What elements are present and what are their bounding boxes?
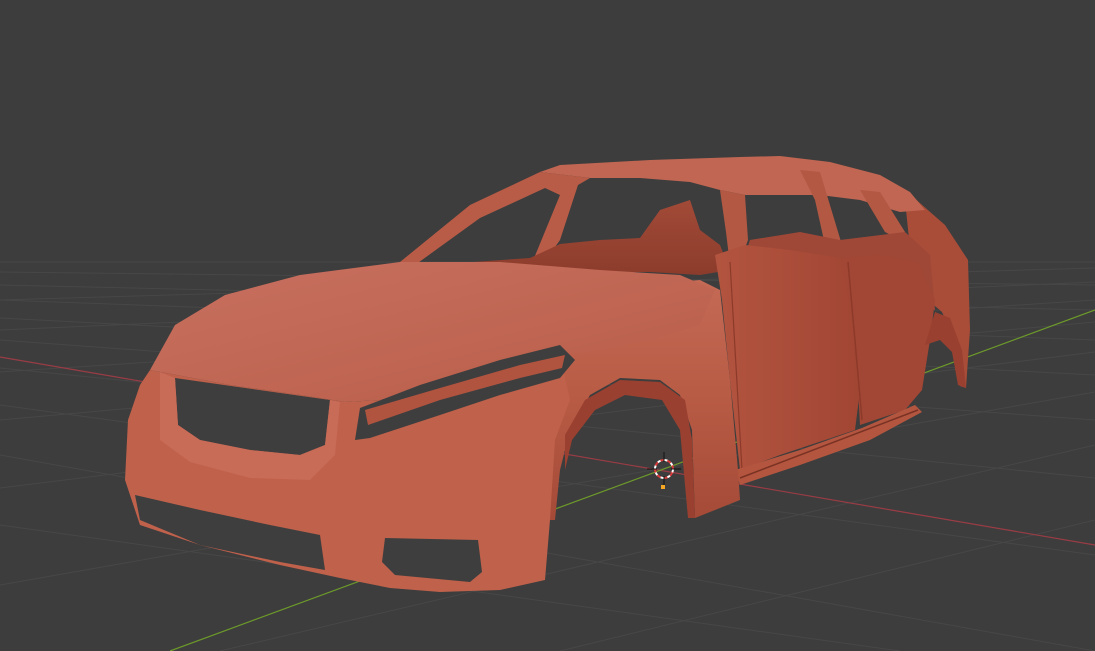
3d-viewport[interactable]: [0, 0, 1095, 651]
viewport-canvas[interactable]: [0, 0, 1095, 651]
object-origin-icon: [661, 485, 665, 489]
car-door-front: [715, 245, 860, 470]
car-body-model[interactable]: [125, 156, 970, 592]
